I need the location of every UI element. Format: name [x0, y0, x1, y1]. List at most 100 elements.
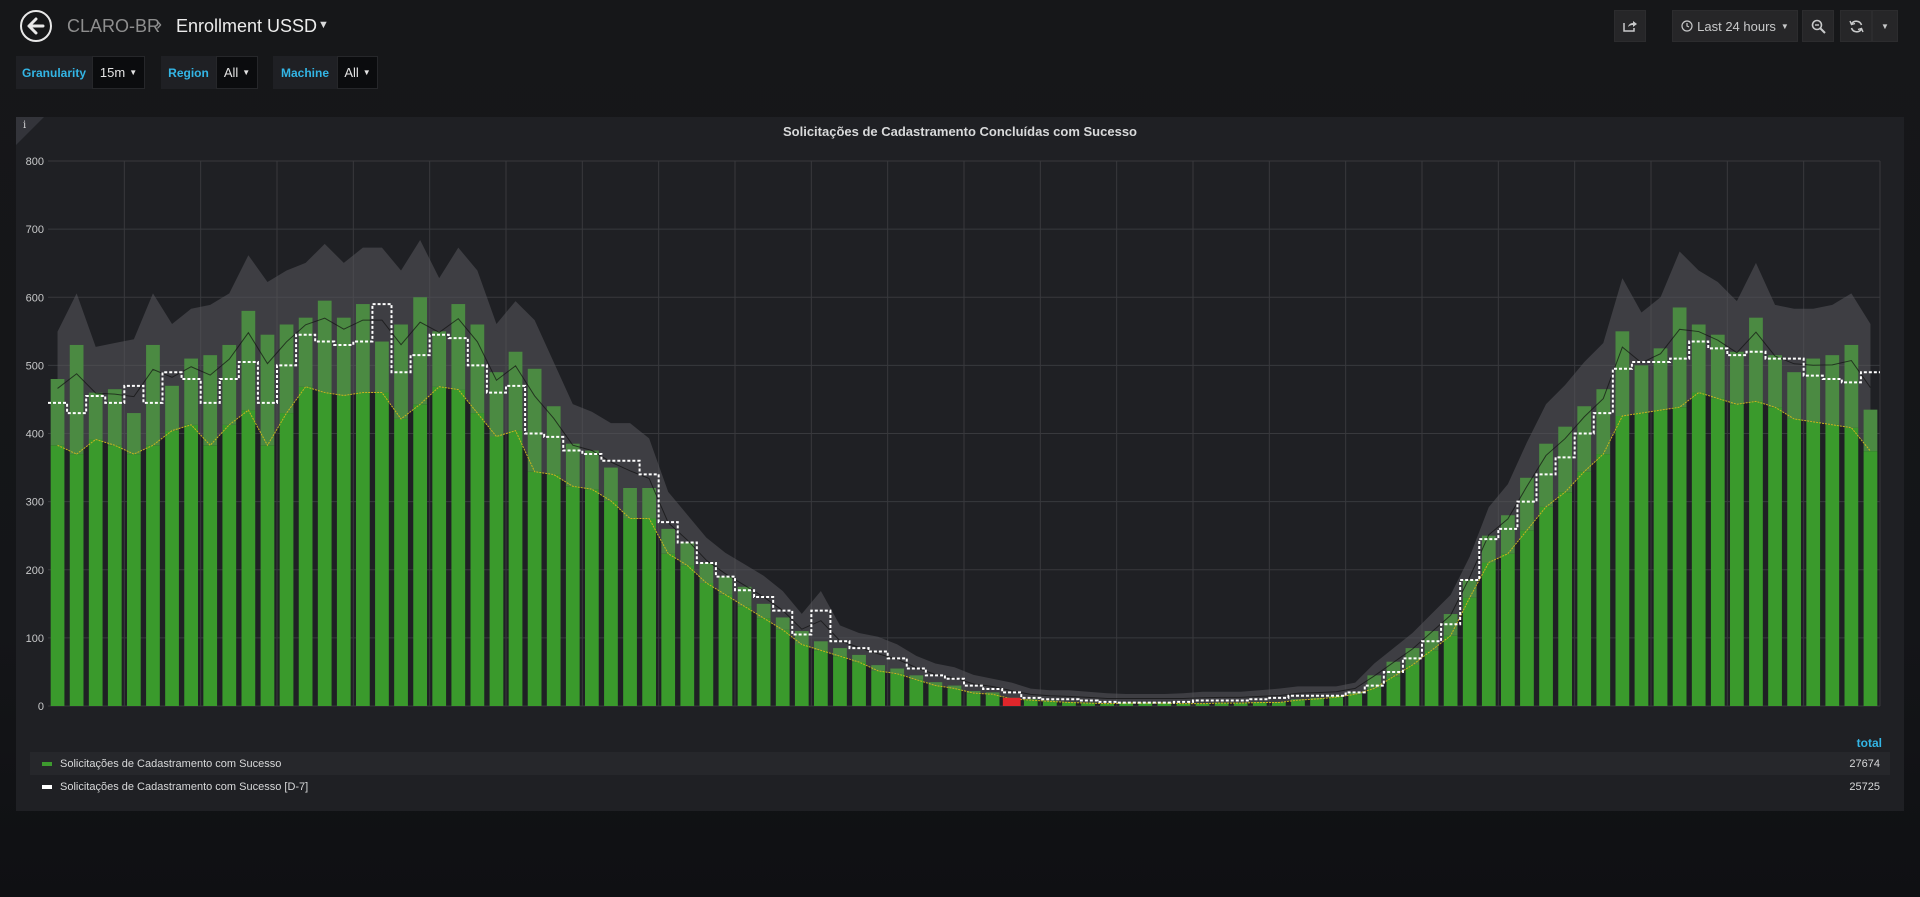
bar — [241, 410, 256, 706]
bar — [565, 486, 580, 706]
bar — [775, 629, 790, 706]
bar — [107, 445, 122, 706]
bar-upper — [432, 331, 447, 387]
bar — [680, 565, 695, 706]
bar — [718, 594, 733, 706]
bar — [356, 392, 370, 706]
clock-icon — [1681, 20, 1693, 32]
legend-item[interactable]: Solicitações de Cadastramento com Sucess… — [30, 752, 1890, 775]
bar — [1329, 697, 1343, 706]
bar — [1749, 401, 1763, 706]
refresh-icon — [1848, 19, 1864, 33]
bar — [604, 500, 618, 706]
bar — [1596, 454, 1611, 706]
bar — [1520, 530, 1534, 706]
x-tick-label: 00:00 — [874, 716, 902, 717]
bar — [985, 694, 1000, 706]
bar-upper — [527, 368, 542, 472]
region-select[interactable]: All ▼ — [216, 56, 258, 89]
bar — [871, 670, 885, 706]
refresh-interval-dropdown[interactable]: ▼ — [1872, 10, 1898, 42]
bar-upper — [375, 341, 389, 393]
x-tick-label: 03:00 — [1103, 716, 1131, 717]
bar — [394, 418, 408, 706]
bar-upper — [127, 413, 141, 455]
bar — [833, 656, 847, 706]
back-button[interactable] — [20, 10, 52, 42]
region-label: Region — [161, 56, 216, 89]
bar — [1672, 407, 1687, 706]
legend-total-header[interactable]: total — [1857, 736, 1882, 750]
bar-upper — [699, 562, 714, 583]
bar — [451, 389, 466, 706]
bar-upper — [1672, 307, 1687, 408]
granularity-select[interactable]: 15m ▼ — [92, 56, 145, 89]
machine-label: Machine — [273, 56, 337, 89]
bar-upper — [585, 450, 599, 490]
bar-upper — [1787, 372, 1801, 419]
time-range-picker[interactable]: Last 24 hours ▼ — [1672, 10, 1798, 42]
bar-chart[interactable]: 0 100 200 300 400 500 600 700 800 14:00 15:00 16:00… — [16, 117, 1904, 717]
bar-upper — [165, 385, 179, 431]
legend-series-name: Solicitações de Cadastramento com Sucess… — [60, 757, 282, 770]
bar — [1310, 698, 1324, 706]
bar-upper — [203, 355, 218, 446]
bar — [470, 413, 485, 706]
y-tick-label: 200 — [26, 565, 44, 577]
x-tick-label: 17:00 — [340, 716, 368, 717]
bar — [375, 392, 389, 706]
bar — [1730, 404, 1744, 706]
bar-upper — [1691, 324, 1706, 393]
bar-upper — [909, 675, 924, 680]
x-tick-label: 08:00 — [1485, 716, 1513, 717]
arrow-left-icon — [27, 17, 45, 35]
share-icon — [1623, 21, 1637, 32]
bar — [508, 430, 523, 706]
legend-item[interactable]: Solicitações de Cadastramento com Sucess… — [30, 775, 1890, 798]
x-tick-label: 15:00 — [187, 716, 215, 717]
y-tick-label: 0 — [38, 701, 44, 713]
legend-series-name: Solicitações de Cadastramento com Sucess… — [60, 780, 309, 793]
bar — [127, 454, 141, 706]
breadcrumb-org[interactable]: CLARO-BR — [67, 16, 160, 37]
x-tick-label: 22:00 — [721, 716, 749, 717]
bar-upper — [1768, 355, 1782, 408]
y-tick-label: 800 — [26, 156, 44, 168]
share-button[interactable] — [1614, 10, 1646, 42]
bar — [1386, 676, 1401, 706]
bar — [317, 392, 332, 706]
bar — [890, 673, 905, 706]
bar — [623, 518, 637, 706]
x-tick-label: 19:00 — [492, 716, 520, 717]
bar-upper — [451, 304, 466, 390]
anomaly-marker — [1002, 697, 1021, 706]
bar — [852, 662, 866, 706]
bar — [88, 439, 103, 706]
x-tick-label: 13:00 — [1866, 716, 1894, 717]
chevron-down-icon[interactable]: ▼ — [318, 19, 329, 31]
machine-select[interactable]: All ▼ — [337, 56, 378, 89]
bar — [814, 650, 828, 706]
breadcrumb-separator: › — [156, 14, 162, 34]
bar-upper — [775, 617, 790, 630]
bar — [1787, 418, 1801, 706]
chevron-down-icon: ▼ — [362, 68, 371, 77]
dashboard-title[interactable]: Enrollment USSD — [176, 16, 317, 37]
bar — [222, 424, 237, 706]
bar-upper — [317, 300, 332, 393]
chevron-down-icon: ▼ — [129, 68, 138, 77]
graph-panel: i Solicitações de Cadastramento Concluíd… — [16, 117, 1904, 811]
zoom-out-button[interactable] — [1802, 10, 1834, 42]
x-tick-label: 02:00 — [1027, 716, 1055, 717]
bar — [1501, 553, 1515, 706]
bar — [737, 606, 752, 706]
bar — [413, 404, 427, 706]
bar — [756, 618, 771, 706]
x-tick-label: 20:00 — [569, 716, 597, 717]
bar-upper — [871, 665, 885, 671]
bar — [1615, 415, 1630, 706]
bar — [1558, 492, 1572, 706]
bar-upper — [546, 406, 561, 475]
refresh-button[interactable] — [1840, 10, 1872, 42]
y-tick-label: 100 — [26, 633, 44, 645]
